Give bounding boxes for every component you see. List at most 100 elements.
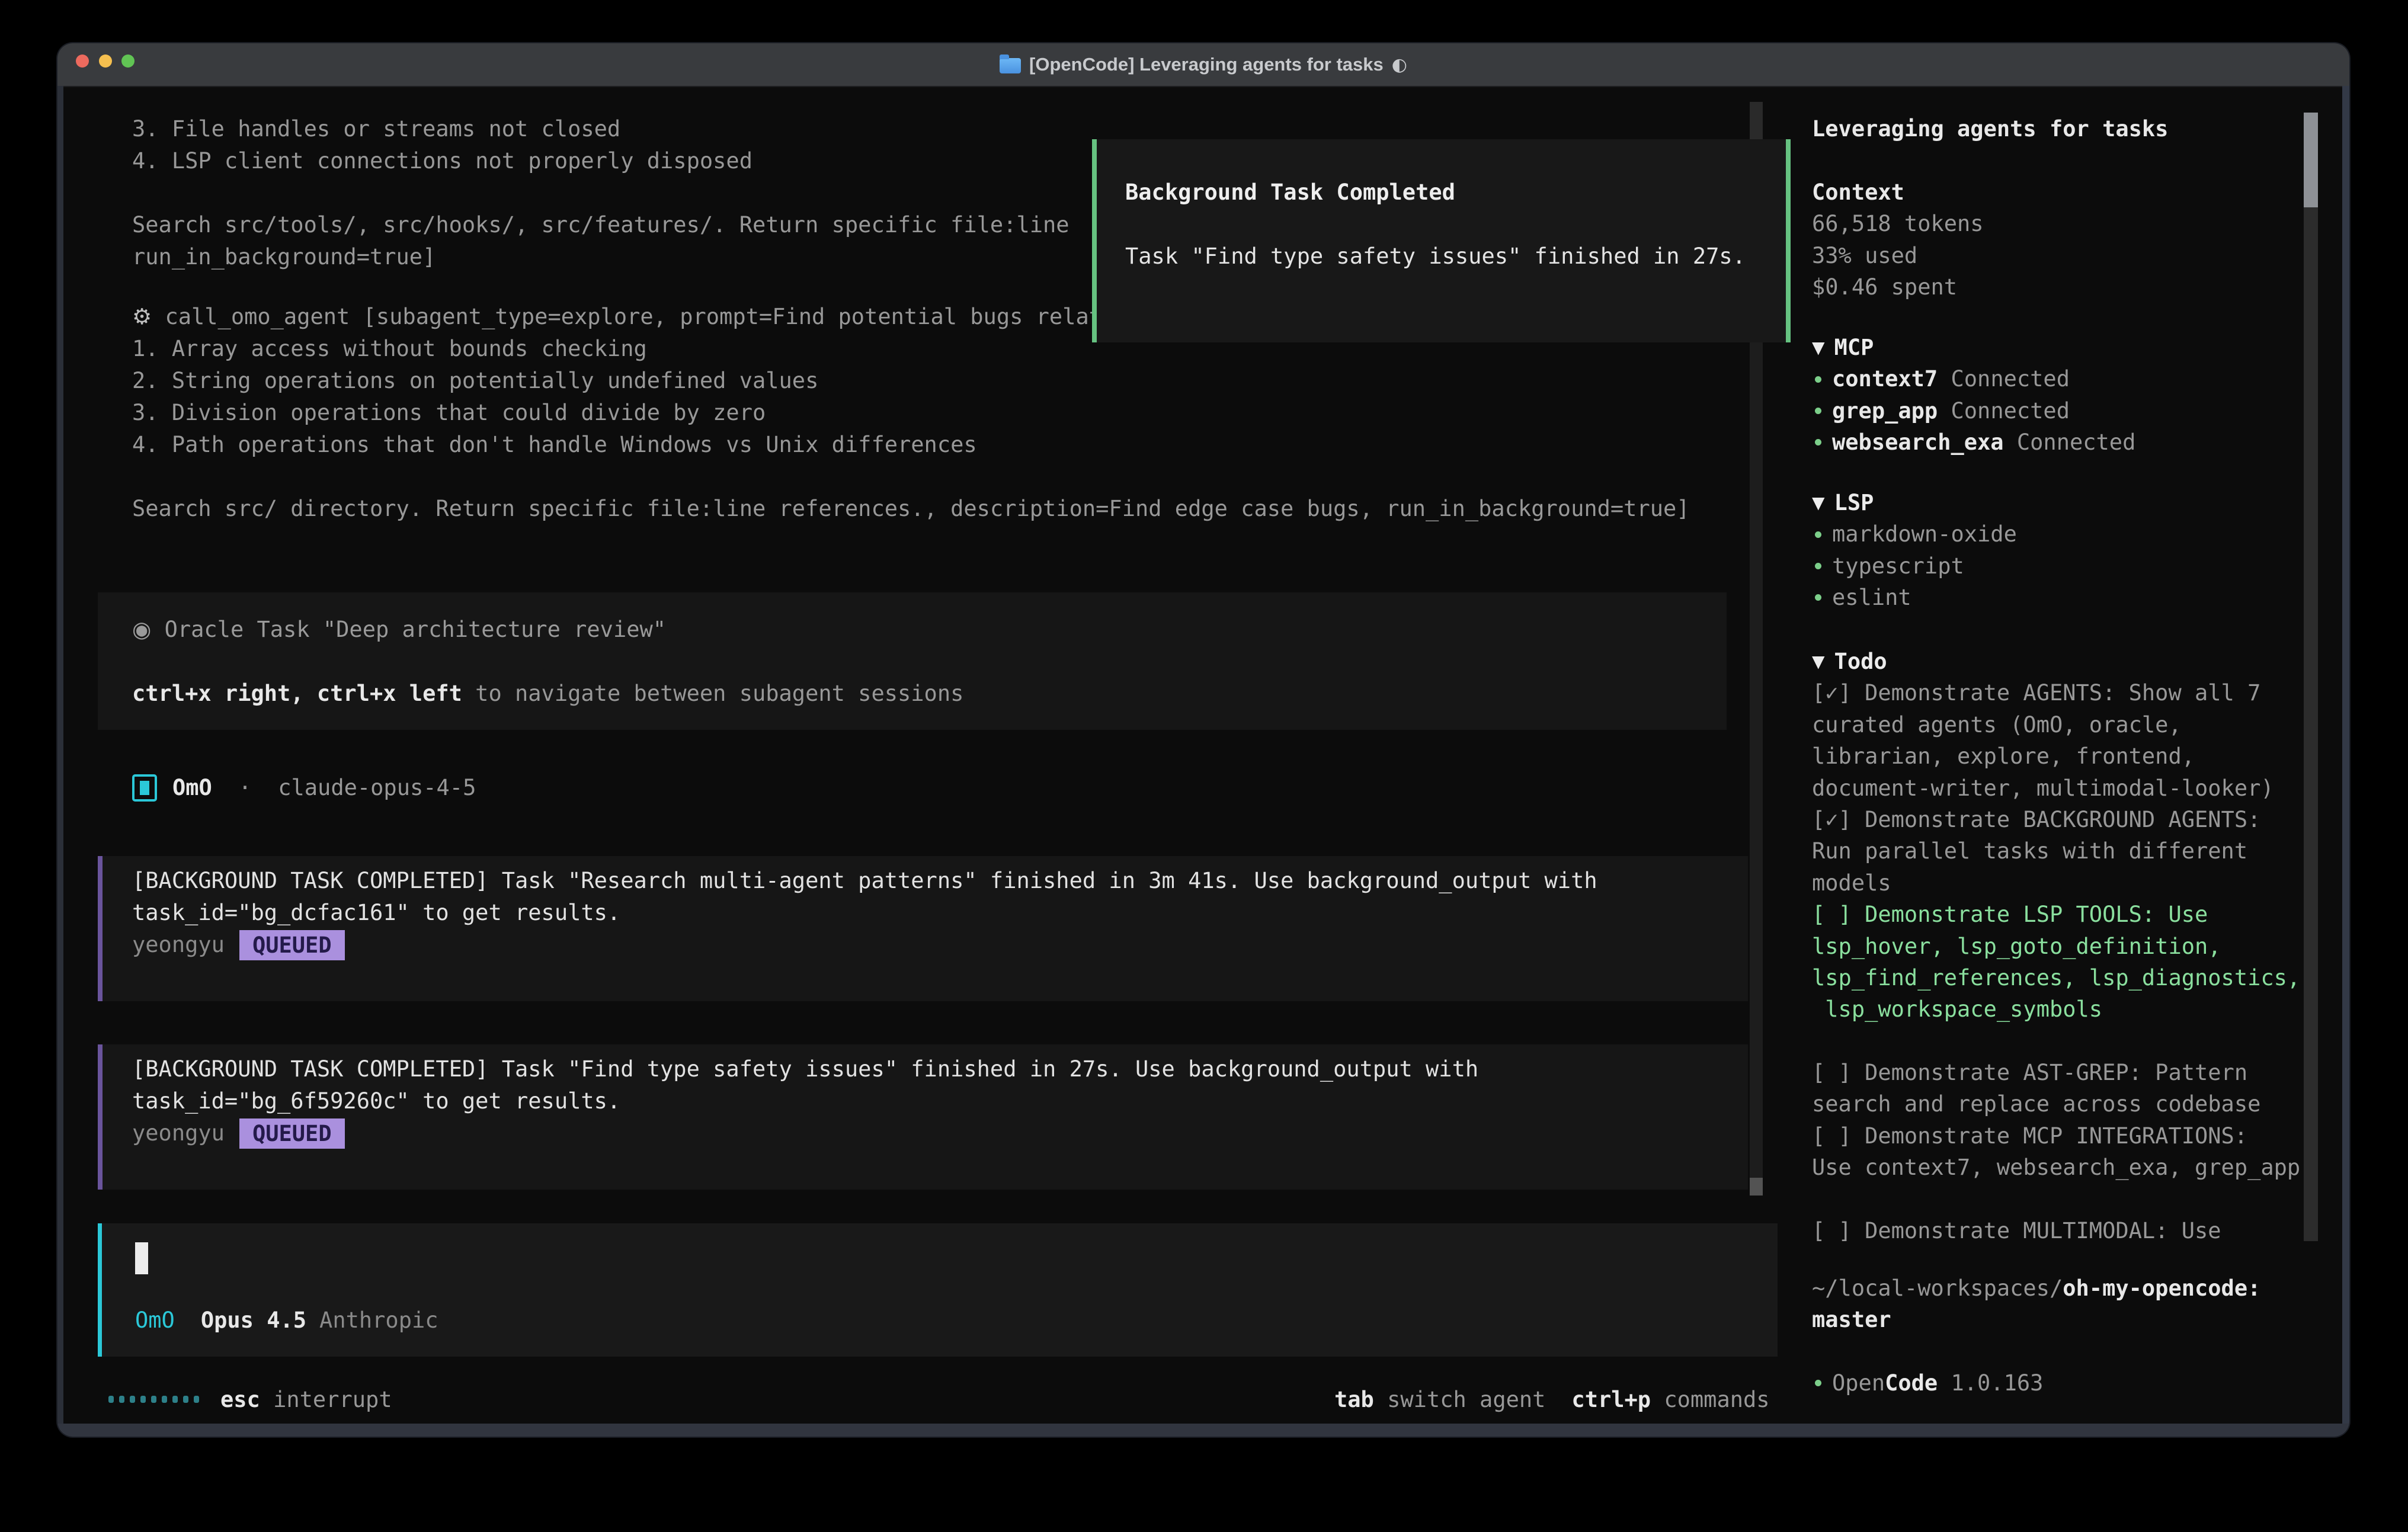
lsp-header[interactable]: ▼ LSP [1812,487,2345,518]
folder-icon [1000,58,1021,73]
tool-call-item: 3. Division operations that could divide… [132,397,1762,429]
task-message: [BACKGROUND TASK COMPLETED] Task "Find t… [98,1044,1748,1190]
separator-dot: · [212,772,278,804]
message-line: task_id="bg_6f59260c" to get results. [132,1085,1748,1117]
status-dot-icon [1815,563,1821,569]
sidebar-mcp-section: ▼ MCP context7 Connected grep_app Connec… [1812,332,2345,459]
toast-body: Task "Find type safety issues" finished … [1125,241,1786,273]
todo-line: Use context7, websearch_exa, grep_app [1812,1152,2345,1183]
oracle-task-icon: ◉ [132,617,151,642]
todo-line-current: lsp_workspace_symbols [1812,993,2345,1025]
app-name-suffix: Code [1885,1367,1938,1399]
status-dot-icon [1815,376,1821,383]
app-name-prefix: Open [1832,1367,1885,1399]
spinner-dots-icon [108,1396,199,1403]
gear-icon: ⚙ [132,304,152,329]
status-dot-icon [1815,408,1821,414]
sidebar-session-title: Leveraging agents for tasks [1812,113,2345,145]
lsp-item: typescript [1812,550,2345,582]
todo-line-current: lsp_find_references, lsp_diagnostics, [1812,962,2345,993]
lsp-item: eslint [1812,582,2345,613]
scrollback-text: 3. File handles or streams not closed 4.… [132,113,1069,273]
tool-call-item: 4. Path operations that don't handle Win… [132,429,1762,461]
tab-label: switch agent [1387,1387,1545,1412]
agent-icon [132,774,157,802]
todo-line: curated agents (OmO, oracle, [1812,709,2345,741]
minimize-button[interactable] [99,55,112,68]
model-row: OmO Opus 4.5 Anthropic [135,1304,438,1336]
input-provider: Anthropic [319,1307,438,1333]
main-scrollbar-thumb[interactable] [1750,1178,1763,1196]
oracle-task-panel: ◉ Oracle Task "Deep architecture review"… [98,592,1727,730]
tab-key: tab [1334,1387,1374,1412]
tool-call-footer: Search src/ directory. Return specific f… [132,493,1762,525]
message-line: task_id="bg_dcfac161" to get results. [132,897,1748,929]
message-user: yeongyu [132,1117,225,1149]
message-user: yeongyu [132,929,225,961]
app-version: 1.0.163 [1938,1367,2043,1399]
window-frame [57,86,63,1437]
oracle-hint: ctrl+x right, ctrl+x left to navigate be… [132,678,1727,710]
maximize-button[interactable] [121,55,135,68]
sidebar-lsp-section: ▼ LSP markdown-oxide typescript eslint [1812,487,2345,614]
chevron-down-icon: ▼ [1812,487,1825,518]
text-cursor [135,1242,148,1274]
chevron-down-icon: ▼ [1812,332,1825,363]
mcp-header[interactable]: ▼ MCP [1812,332,2345,363]
chevron-down-icon: ▼ [1812,646,1825,677]
oracle-task-title: ◉ Oracle Task "Deep architecture review" [132,614,1727,646]
todo-line: document-writer, multimodal-looker) [1812,773,2345,804]
main-scrollbar-track[interactable] [1750,305,1763,1196]
context-header: Context [1812,177,2345,208]
sidebar-scrollbar-thumb[interactable] [2304,113,2318,207]
todo-line: [✓] Demonstrate AGENTS: Show all 7 [1812,677,2345,709]
scrollback-line: 4. LSP client connections not properly d… [132,145,1069,177]
context-used: 33% used [1812,240,2345,271]
mcp-item: grep_app Connected [1812,395,2345,427]
todo-header[interactable]: ▼ Todo [1812,646,2345,677]
status-dot-icon [1815,439,1821,446]
status-dot-icon [1815,1380,1821,1386]
context-spent: $0.46 spent [1812,271,2345,303]
prompt-input[interactable]: OmO Opus 4.5 Anthropic [98,1223,1778,1357]
message-line: [BACKGROUND TASK COMPLETED] Task "Find t… [132,1053,1748,1085]
ctrl-p-key: ctrl+p [1571,1387,1651,1412]
todo-line: librarian, explore, frontend, [1812,741,2345,772]
mcp-item: websearch_exa Connected [1812,427,2345,458]
queued-badge: QUEUED [239,930,345,960]
context-tokens: 66,518 tokens [1812,208,2345,239]
titlebar[interactable]: [OpenCode] Leveraging agents for tasks ◐ [57,43,2349,87]
todo-line-current: [ ] Demonstrate LSP TOOLS: Use [1812,899,2345,930]
statusbar-right: tab switch agent ctrl+p commands [1334,1383,1770,1415]
sidebar-todo-section: ▼ Todo [✓] Demonstrate AGENTS: Show all … [1812,646,2345,1246]
sidebar-context-section: Context 66,518 tokens 33% used $0.46 spe… [1812,177,2345,303]
todo-line-current: lsp_hover, lsp_goto_definition, [1812,931,2345,962]
queued-badge: QUEUED [239,1118,345,1149]
todo-line: [ ] Demonstrate MULTIMODAL: Use [1812,1215,2345,1246]
todo-line: models [1812,867,2345,899]
todo-line: [✓] Demonstrate BACKGROUND AGENTS: [1812,804,2345,835]
status-dot-icon [1815,531,1821,538]
window-frame [57,1424,2349,1437]
esc-label: interrupt [273,1387,392,1412]
sidebar-footer: OpenCode 1.0.163 [1812,1367,2345,1399]
todo-line: [ ] Demonstrate AST-GREP: Pattern [1812,1057,2345,1088]
window-frame [2342,86,2349,1437]
terminal-window: [OpenCode] Leveraging agents for tasks ◐… [57,43,2349,1437]
workspace-path: ~/local-workspaces/oh-my-opencode: [1812,1273,2345,1304]
close-button[interactable] [76,55,89,68]
scrollback-line [132,177,1069,209]
esc-key: esc [220,1387,260,1412]
task-message: [BACKGROUND TASK COMPLETED] Task "Resear… [98,856,1748,1001]
tool-call-item: 2. String operations on potentially unde… [132,365,1762,397]
mcp-item: context7 Connected [1812,363,2345,395]
hint-text: to navigate between subagent sessions [462,681,963,706]
todo-line: search and replace across codebase [1812,1088,2345,1120]
agent-model: claude-opus-4-5 [278,772,476,804]
sidebar-workspace: ~/local-workspaces/oh-my-opencode: maste… [1812,1273,2345,1336]
agent-name: OmO [172,772,212,804]
sidebar-scrollbar-track[interactable] [2304,207,2318,1241]
scrollback-line: run_in_background=true] [132,241,1069,273]
scrollback-line: Search src/tools/, src/hooks/, src/featu… [132,209,1069,241]
toast-title: Background Task Completed [1125,177,1786,209]
